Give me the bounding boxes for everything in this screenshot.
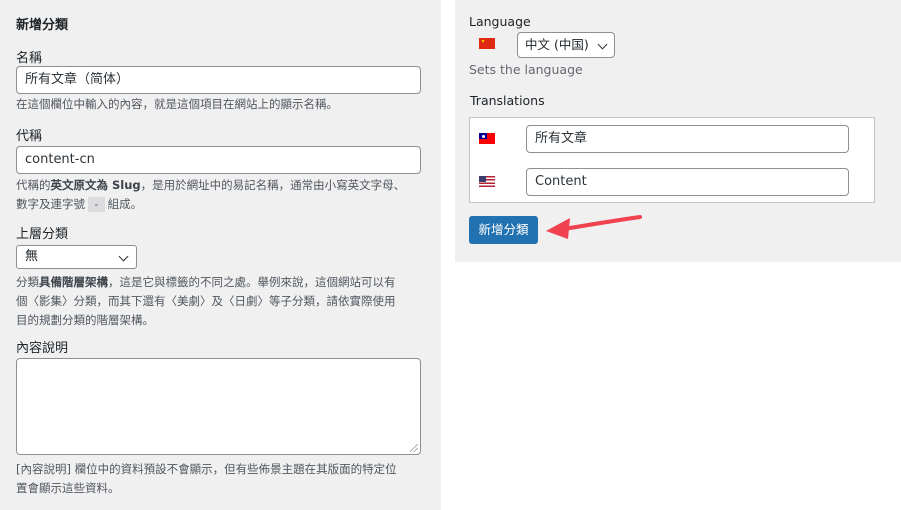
parent-select[interactable]: 無 (16, 245, 137, 269)
slug-desc-part: 數字及連字號 (16, 197, 85, 211)
language-select-value: 中文 (中国) (525, 37, 589, 52)
description-help-part: 置會顯示這些資料。 (16, 481, 120, 495)
flag-canton (479, 176, 486, 182)
form-heading: 新增分類 (16, 18, 69, 33)
annotation-arrow-icon (546, 215, 642, 239)
slug-label: 代稱 (16, 129, 43, 144)
translation-input-tw[interactable]: 所有文章 (526, 125, 849, 153)
chevron-down-icon (118, 251, 129, 262)
slug-desc-part: 代稱的 (16, 178, 51, 192)
language-select[interactable]: 中文 (中国) (517, 32, 615, 58)
parent-label: 上層分類 (16, 227, 69, 242)
name-label: 名稱 (16, 51, 43, 66)
parent-desc-part: 目的規劃分類的階層架構。 (16, 313, 154, 327)
parent-desc-bold: 具備階層架構 (39, 275, 108, 289)
tw-flag-icon (479, 133, 495, 144)
description-label: 內容說明 (16, 341, 69, 356)
cn-flag-icon (479, 38, 495, 49)
parent-desc-part: 分類 (16, 275, 39, 289)
slug-desc-part: 組成。 (107, 197, 143, 211)
us-flag-icon (479, 176, 495, 187)
resize-handle-icon[interactable] (410, 444, 418, 452)
hyphen-code: - (88, 197, 105, 212)
sun-icon (481, 134, 485, 138)
add-category-form: 新增分類 名稱 所有文章（简体） 在這個欄位中輸入的內容，就是這個項目在網站上的… (0, 0, 441, 510)
name-description: 在這個欄位中輸入的內容，就是這個項目在網站上的顯示名稱。 (16, 97, 338, 111)
star-icon (481, 39, 485, 43)
slug-input[interactable]: content-cn (16, 146, 421, 174)
description-help-part: [內容說明] 欄位中的資料預設不會顯示，但有些佈景主題在其版面的特定位 (16, 462, 397, 476)
translation-input-us[interactable]: Content (526, 168, 849, 196)
arrow-shaft (562, 215, 642, 231)
language-label: Language (469, 14, 531, 29)
description-help: [內容說明] 欄位中的資料預設不會顯示，但有些佈景主題在其版面的特定位 置會顯示… (16, 460, 397, 498)
description-textarea[interactable] (16, 358, 421, 455)
arrow-head (546, 218, 570, 239)
parent-desc-part: 個〈影集〉分類，而其下還有〈美劇〉及〈日劇〉等子分類，請依實際使用 (16, 294, 396, 308)
parent-description: 分類具備階層架構，這是它與標籤的不同之處。舉例來說，這個網站可以有 個〈影集〉分… (16, 273, 396, 330)
slug-desc-part: ，是用於網址中的易記名稱，通常由小寫英文字母、 (140, 178, 406, 192)
language-description: Sets the language (469, 62, 583, 77)
slug-description: 代稱的英文原文為 Slug，是用於網址中的易記名稱，通常由小寫英文字母、 數字及… (16, 176, 405, 214)
parent-desc-part: ，這是它與標籤的不同之處。舉例來說，這個網站可以有 (108, 275, 396, 289)
add-category-button[interactable]: 新增分類 (469, 216, 538, 244)
chevron-down-icon (597, 39, 608, 50)
name-input[interactable]: 所有文章（简体） (16, 66, 421, 94)
translations-label: Translations (470, 93, 545, 108)
slug-desc-bold: 英文原文為 Slug (50, 178, 141, 192)
screenshot-root: 新增分類 名稱 所有文章（简体） 在這個欄位中輸入的內容，就是這個項目在網站上的… (0, 0, 901, 510)
parent-select-value: 無 (25, 249, 39, 264)
